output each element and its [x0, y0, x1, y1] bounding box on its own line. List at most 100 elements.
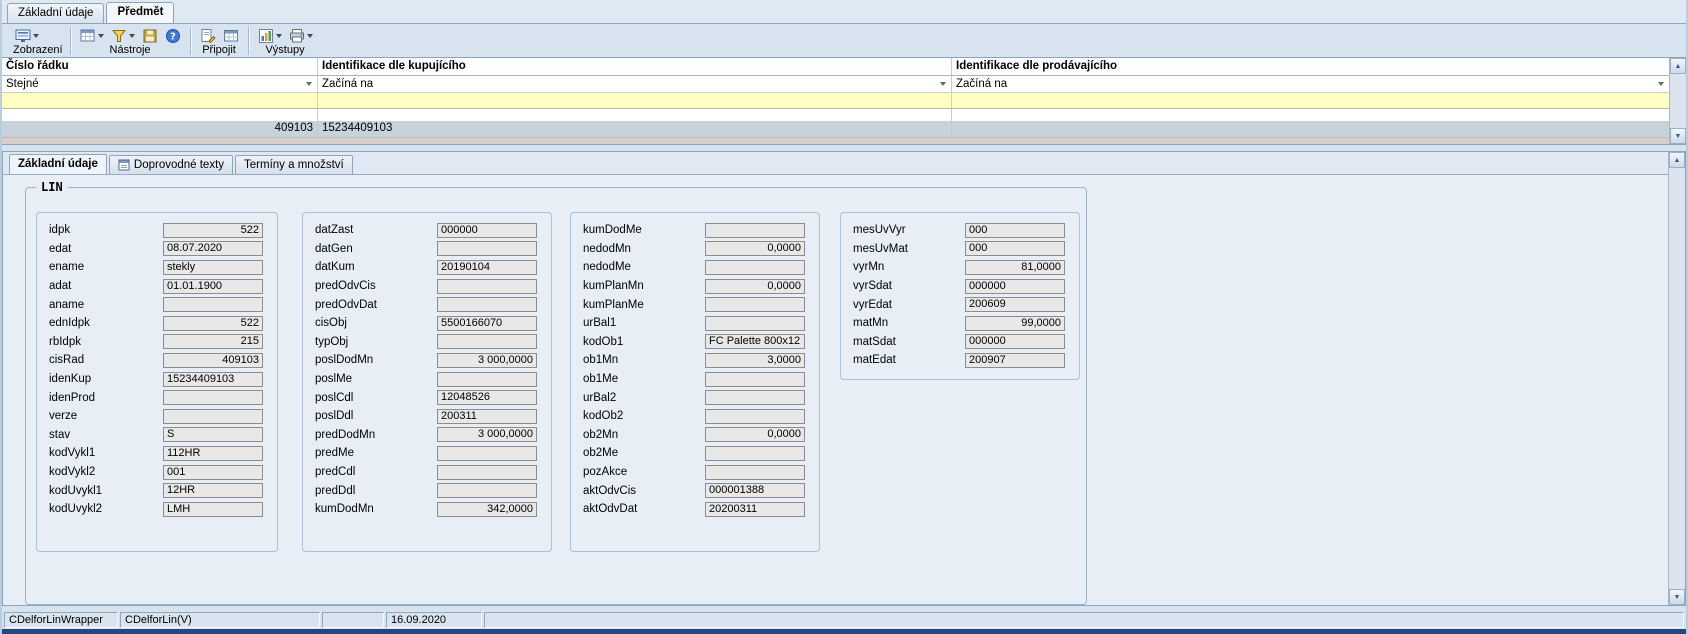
detail-scrollbar[interactable]: ▲ ▼	[1668, 152, 1685, 605]
field-mesUvMat[interactable]: 000	[965, 241, 1065, 256]
field-row: kumDodMe	[571, 221, 819, 240]
filter-input-identifikace-dle-prodavajiciho[interactable]	[952, 93, 1669, 108]
field-datZast[interactable]: 000000	[437, 223, 537, 238]
field-ob2Mn[interactable]: 0,0000	[705, 427, 805, 442]
filter-input-cislo-radku[interactable]	[2, 93, 318, 108]
grid-row[interactable]	[2, 109, 1669, 121]
field-predDodMn[interactable]: 3 000,0000	[437, 427, 537, 442]
field-kodOb2[interactable]	[705, 409, 805, 424]
field-label-kodVykl2: kodVykl2	[49, 466, 163, 478]
field-poslMe[interactable]	[437, 372, 537, 387]
field-ednIdpk[interactable]: 522	[163, 316, 263, 331]
grid-row[interactable]: 40910315234409103	[2, 121, 1669, 137]
detail-scroll-up-button[interactable]: ▲	[1669, 152, 1685, 168]
field-predDdl[interactable]	[437, 483, 537, 498]
field-row: adat01.01.1900	[37, 277, 277, 296]
operator-select-identifikace-dle-prodavajiciho[interactable]: Začíná na	[952, 76, 1669, 92]
field-adat[interactable]: 01.01.1900	[163, 279, 263, 294]
filter-button[interactable]	[109, 26, 137, 45]
field-pozAkce[interactable]	[705, 465, 805, 480]
table-edit-button[interactable]	[78, 26, 106, 45]
detail-tab-terminy-a-mnozstvi[interactable]: Termíny a množství	[235, 155, 353, 174]
column-header-identifikace-dle-kupujiciho[interactable]: Identifikace dle kupujícího	[318, 58, 952, 75]
field-poslCdl[interactable]: 12048526	[437, 390, 537, 405]
field-row: kodUvykl112HR	[37, 481, 277, 500]
field-predCdl[interactable]	[437, 465, 537, 480]
field-nedodMe[interactable]	[705, 260, 805, 275]
field-urBal1[interactable]	[705, 316, 805, 331]
field-matMn[interactable]: 99,0000	[965, 316, 1065, 331]
detail-tab-zakladni-udaje[interactable]: Základní údaje	[9, 154, 107, 174]
field-poslDodMn[interactable]: 3 000,0000	[437, 353, 537, 368]
field-datGen[interactable]	[437, 241, 537, 256]
main-tab-zakladni-udaje[interactable]: Základní údaje	[7, 3, 104, 23]
field-kodVykl1[interactable]: 112HR	[163, 446, 263, 461]
field-mesUvVyr[interactable]: 000	[965, 223, 1065, 238]
field-kodVykl2[interactable]: 001	[163, 465, 263, 480]
save-button[interactable]	[140, 26, 160, 45]
help-button[interactable]: ?	[163, 26, 183, 45]
output-chart-button[interactable]	[256, 26, 284, 45]
column-header-cislo-radku[interactable]: Číslo řádku	[2, 58, 318, 75]
field-datKum[interactable]: 20190104	[437, 260, 537, 275]
field-kodUvykl1[interactable]: 12HR	[163, 483, 263, 498]
print-button[interactable]	[287, 26, 315, 45]
field-aktOdvCis[interactable]: 000001388	[705, 483, 805, 498]
field-value: 200907	[969, 354, 1006, 366]
attach-edit-button[interactable]	[198, 26, 218, 45]
field-row: ob1Me	[571, 370, 819, 389]
field-aname[interactable]	[163, 297, 263, 312]
field-edat[interactable]: 08.07.2020	[163, 241, 263, 256]
field-kumDodMe[interactable]	[705, 223, 805, 238]
main-tab-predmet[interactable]: Předmět	[106, 2, 174, 23]
field-kodOb1[interactable]: FC Palette 800x12	[705, 334, 805, 349]
detail-scrollbar-track[interactable]	[1669, 168, 1685, 589]
field-vyrMn[interactable]: 81,0000	[965, 260, 1065, 275]
field-ob2Me[interactable]	[705, 446, 805, 461]
field-typObj[interactable]	[437, 334, 537, 349]
field-idenProd[interactable]	[163, 390, 263, 405]
field-ob1Mn[interactable]: 3,0000	[705, 353, 805, 368]
grid-scrollbar-track[interactable]	[1670, 74, 1686, 128]
operator-select-identifikace-dle-kupujiciho[interactable]: Začíná na	[318, 76, 952, 92]
field-verze[interactable]	[163, 409, 263, 424]
grid-scroll-down-button[interactable]: ▼	[1670, 128, 1686, 144]
view-button[interactable]	[13, 26, 41, 45]
grid-scrollbar[interactable]: ▲ ▼	[1669, 58, 1686, 144]
status-bar: CDelforLinWrapperCDelforLin(V)16.09.2020	[2, 611, 1686, 629]
field-urBal2[interactable]	[705, 390, 805, 405]
field-kumDodMn[interactable]: 342,0000	[437, 502, 537, 517]
column-header-identifikace-dle-prodavajiciho[interactable]: Identifikace dle prodávajícího	[952, 58, 1669, 75]
field-label-predDdl: predDdl	[315, 485, 437, 497]
field-matSdat[interactable]: 000000	[965, 334, 1065, 349]
grid-scroll-up-button[interactable]: ▲	[1670, 58, 1686, 74]
field-rbIdpk[interactable]: 215	[163, 334, 263, 349]
field-kumPlanMe[interactable]	[705, 297, 805, 312]
field-predOdvDat[interactable]	[437, 297, 537, 312]
field-idpk[interactable]: 522	[163, 223, 263, 238]
field-vyrSdat[interactable]: 000000	[965, 279, 1065, 294]
field-ename[interactable]: stekly	[163, 260, 263, 275]
field-row: pozAkce	[571, 463, 819, 482]
field-kodUvykl2[interactable]: LMH	[163, 502, 263, 517]
filter-input-identifikace-dle-kupujiciho[interactable]	[318, 93, 952, 108]
field-poslDdl[interactable]: 200311	[437, 409, 537, 424]
field-predOdvCis[interactable]	[437, 279, 537, 294]
detail-scroll-down-button[interactable]: ▼	[1669, 589, 1685, 605]
field-matEdat[interactable]: 200907	[965, 353, 1065, 368]
field-predMe[interactable]	[437, 446, 537, 461]
field-kumPlanMn[interactable]: 0,0000	[705, 279, 805, 294]
field-aktOdvDat[interactable]: 20200311	[705, 502, 805, 517]
field-ob1Me[interactable]	[705, 372, 805, 387]
field-label-aktOdvDat: aktOdvDat	[583, 503, 705, 515]
toolbar-group-nastroje: ?Nástroje	[72, 25, 189, 57]
field-cisRad[interactable]: 409103	[163, 353, 263, 368]
field-idenKup[interactable]: 15234409103	[163, 372, 263, 387]
field-vyrEdat[interactable]: 200609	[965, 297, 1065, 312]
field-nedodMn[interactable]: 0,0000	[705, 241, 805, 256]
field-cisObj[interactable]: 5500166070	[437, 316, 537, 331]
field-stav[interactable]: S	[163, 427, 263, 442]
attach-table-button[interactable]	[221, 26, 241, 45]
detail-tab-doprovodne-texty[interactable]: Doprovodné texty	[109, 155, 233, 174]
operator-select-cislo-radku[interactable]: Stejné	[2, 76, 318, 92]
